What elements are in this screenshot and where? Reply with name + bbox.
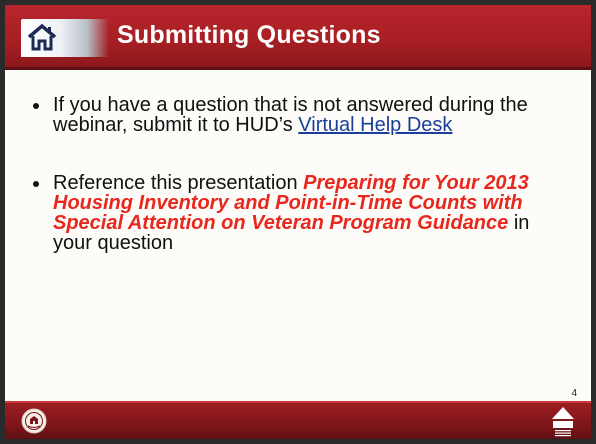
- slide: Submitting Questions If you have a quest…: [0, 0, 596, 444]
- title-bar: Submitting Questions: [5, 5, 591, 70]
- bullet-text: Reference this presentation: [53, 172, 304, 194]
- virtual-help-desk-link[interactable]: Virtual Help Desk: [298, 114, 452, 136]
- bullet-icon: [33, 103, 39, 109]
- house-icon: [21, 19, 109, 57]
- footer-bar: [5, 401, 591, 439]
- page-number: 4: [571, 388, 577, 399]
- bullet-item-reference-presentation: Reference this presentation Preparing fo…: [29, 173, 569, 253]
- bullet-icon: [33, 181, 39, 187]
- bullet-list: If you have a question that is not answe…: [29, 95, 569, 253]
- bullet-text: If you have a question that is not answe…: [53, 94, 528, 136]
- community-planning-development-logo: [549, 406, 577, 438]
- hud-seal-icon: [21, 408, 47, 434]
- slide-canvas: Submitting Questions If you have a quest…: [5, 5, 591, 439]
- bullet-item-virtual-help-desk: If you have a question that is not answe…: [29, 95, 569, 135]
- slide-title: Submitting Questions: [117, 21, 381, 49]
